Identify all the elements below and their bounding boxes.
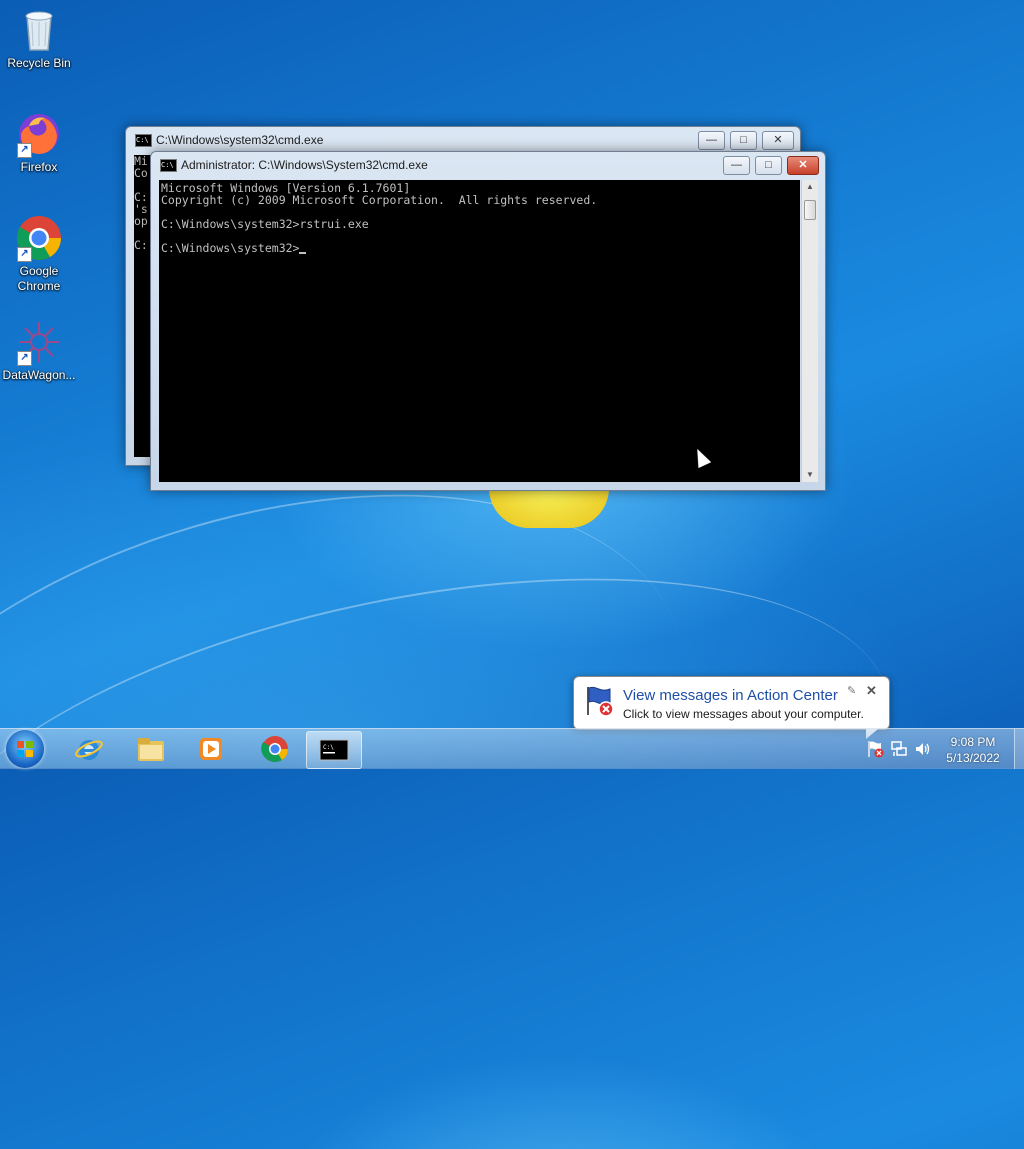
close-icon[interactable]: ✕ <box>866 683 877 699</box>
shortcut-arrow-icon: ↗ <box>17 143 32 158</box>
network-icon[interactable] <box>890 740 908 758</box>
desktop-icon-google-chrome[interactable]: ↗ Google Chrome <box>0 214 78 294</box>
cmd-icon: C:\ <box>160 159 177 172</box>
internet-explorer-icon <box>75 740 103 760</box>
console-prompt-line: C:\Windows\system32> <box>161 242 800 254</box>
vertical-scrollbar[interactable]: ▲ ▼ <box>801 180 818 482</box>
start-button[interactable] <box>6 730 44 768</box>
wallpaper-swoosh <box>0 500 931 1102</box>
taskbar-cmd[interactable]: C:\ <box>306 731 362 769</box>
taskbar-chrome[interactable] <box>248 731 302 767</box>
minimize-button[interactable]: — <box>698 131 725 150</box>
media-player-icon <box>200 738 222 760</box>
scroll-down-arrow-icon[interactable]: ▼ <box>802 468 818 482</box>
console-line: C:\Windows\system32>rstrui.exe <box>161 217 369 231</box>
action-center-flag-icon <box>584 685 614 717</box>
console-line: Copyright (c) 2009 Microsoft Corporation… <box>161 193 598 207</box>
svg-text:C:\: C:\ <box>323 744 334 751</box>
pin-icon[interactable]: ✎ <box>847 684 856 697</box>
taskbar-file-explorer[interactable] <box>124 731 178 767</box>
notification-text: Click to view messages about your comput… <box>623 707 864 721</box>
desktop-icon-recycle-bin[interactable]: Recycle Bin <box>0 6 78 71</box>
taskbar: C:\ 9:08 PM 5/13/2022 <box>0 728 1024 769</box>
scroll-up-arrow-icon[interactable]: ▲ <box>802 180 818 194</box>
minimize-button[interactable]: — <box>723 156 750 175</box>
desktop-icon-label: Recycle Bin <box>7 56 71 70</box>
scrollbar-thumb[interactable] <box>804 200 816 220</box>
window-title: Administrator: C:\Windows\System32\cmd.e… <box>181 158 428 172</box>
desktop-icon-label: Firefox <box>20 160 58 174</box>
desktop-icon-datawagon[interactable]: ↗ DataWagon... <box>0 318 78 383</box>
file-explorer-icon <box>138 738 164 761</box>
close-button[interactable]: ✕ <box>762 131 794 150</box>
show-desktop-button[interactable] <box>1014 729 1024 769</box>
chrome-icon: ↗ <box>15 214 63 262</box>
system-clock[interactable]: 9:08 PM 5/13/2022 <box>936 734 1010 766</box>
chrome-icon <box>261 736 289 763</box>
console-prompt: C:\Windows\system32> <box>161 241 300 255</box>
action-center-notification[interactable]: View messages in Action Center Click to … <box>573 676 890 739</box>
text-cursor <box>299 252 307 254</box>
taskbar-media-player[interactable] <box>184 731 238 767</box>
action-center-tray-icon[interactable] <box>866 740 884 758</box>
wallpaper-flare <box>489 488 609 528</box>
maximize-button[interactable]: □ <box>755 156 782 175</box>
cmd-icon: C:\ <box>135 134 152 147</box>
shortcut-arrow-icon: ↗ <box>17 247 32 262</box>
maximize-button[interactable]: □ <box>730 131 757 150</box>
wallpaper-swoosh <box>0 393 756 1149</box>
recycle-bin-icon <box>15 6 63 54</box>
title-bar[interactable]: C:\ Administrator: C:\Windows\System32\c… <box>151 152 825 178</box>
volume-icon[interactable] <box>914 740 932 758</box>
shortcut-arrow-icon: ↗ <box>17 351 32 366</box>
close-button[interactable]: ✕ <box>787 156 819 175</box>
title-bar[interactable]: C:\ C:\Windows\system32\cmd.exe — □ ✕ <box>126 127 800 153</box>
window-title: C:\Windows\system32\cmd.exe <box>156 133 324 147</box>
firefox-icon: ↗ <box>15 110 63 158</box>
cmd-window-administrator[interactable]: C:\ Administrator: C:\Windows\System32\c… <box>150 151 826 491</box>
cmd-icon: C:\ <box>319 739 349 761</box>
clock-time: 9:08 PM <box>950 735 996 749</box>
notification-title[interactable]: View messages in Action Center <box>623 687 838 704</box>
taskbar-internet-explorer[interactable] <box>62 731 116 767</box>
datawagon-icon: ↗ <box>15 318 63 366</box>
desktop-icon-label: DataWagon... <box>2 368 76 382</box>
clock-date: 5/13/2022 <box>946 751 1000 765</box>
windows-logo-icon <box>17 741 33 757</box>
console-output[interactable]: Microsoft Windows [Version 6.1.7601] Copy… <box>159 180 800 482</box>
desktop-icon-label: Google Chrome <box>17 264 61 293</box>
desktop-icon-firefox[interactable]: ↗ Firefox <box>0 110 78 175</box>
